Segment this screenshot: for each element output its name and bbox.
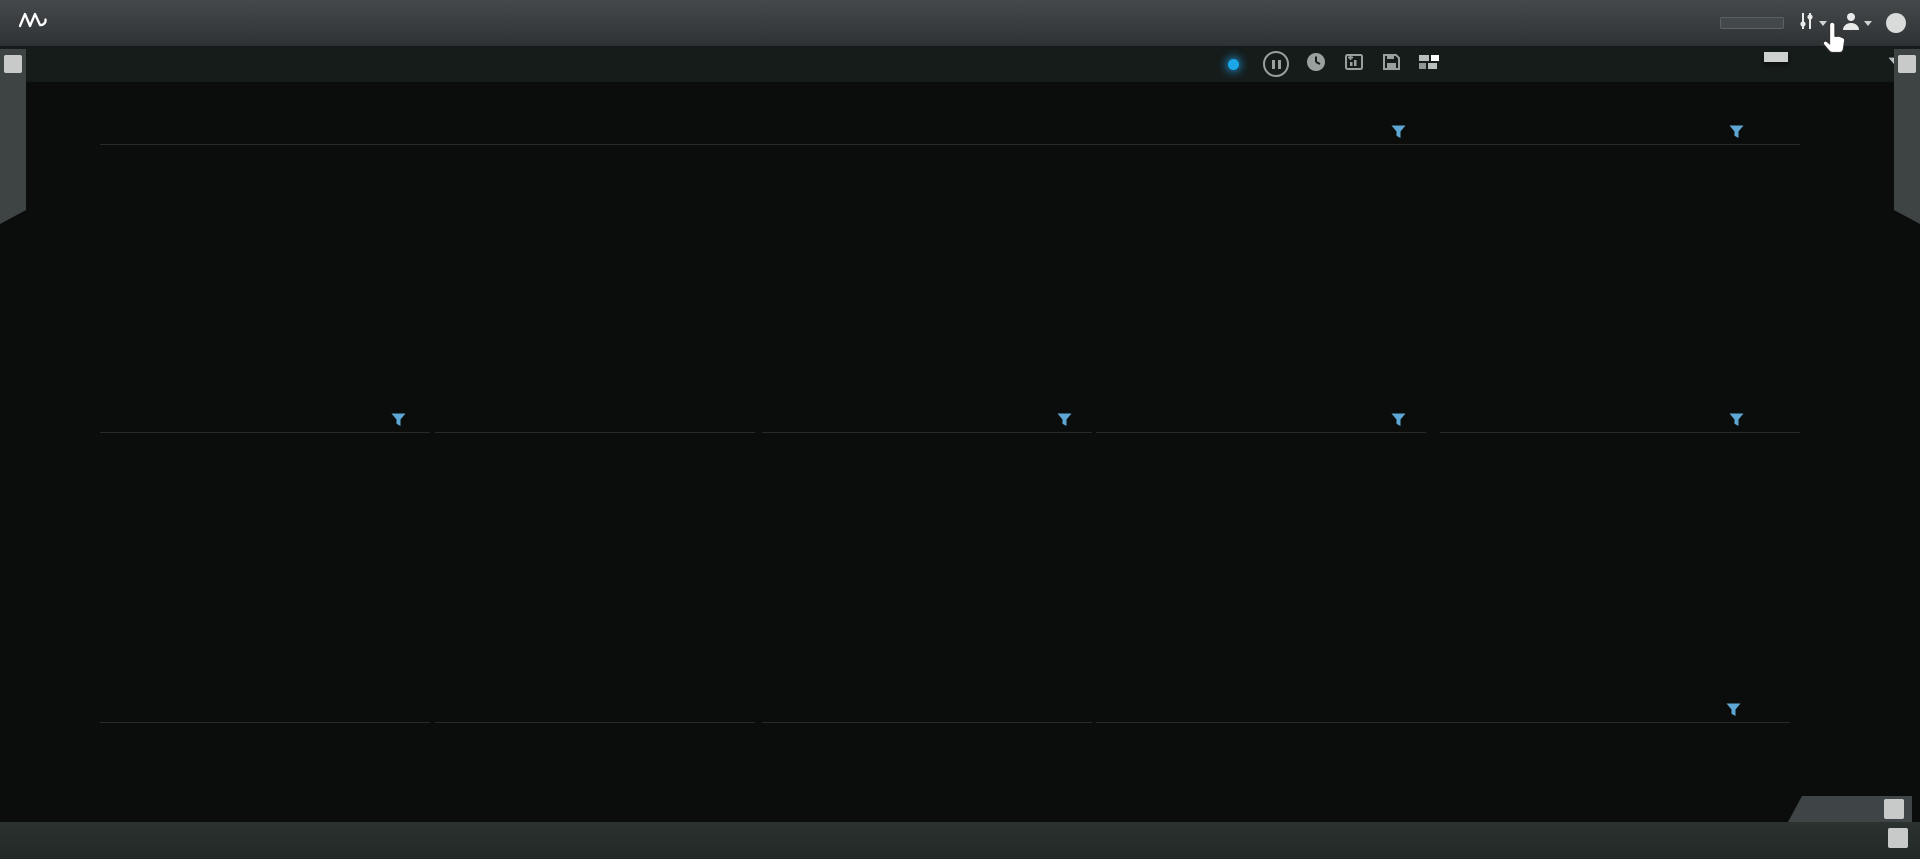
panel-identified-hashes [762,700,1092,822]
expand-left-icon[interactable] [1898,55,1916,73]
time-range-icon[interactable] [1305,51,1327,78]
logrhythm-logo-icon [18,10,48,37]
panel-top-ai-engine-alarms [762,122,1462,387]
panel-top-user-origin [100,410,430,682]
logs-panel-tab[interactable] [1788,796,1912,822]
panel-top-entity-origin [100,700,430,822]
panel-top-host-impacted [1096,410,1426,682]
current-case-tab[interactable] [0,49,26,224]
top-entity-impacted-chart[interactable] [435,700,755,822]
panel-top-host-origin [762,410,1092,682]
alarms-by-day-chart[interactable] [100,122,790,387]
collapse-down-icon[interactable] [1888,828,1908,848]
help-icon[interactable] [1886,13,1906,33]
chevron-down-icon [1864,21,1872,26]
top-security-ai-engine-chart[interactable] [1440,122,1800,387]
panel-top-entity-impacted [435,700,755,822]
save-dashboard-icon[interactable] [1381,52,1402,77]
top-audit-ai-engine-chart[interactable] [1440,410,1800,682]
top-ai-engine-chart[interactable] [762,122,1462,387]
status-bar [0,822,1920,859]
administration-tooltip [1764,52,1788,62]
dashboard-toolbar [0,46,1920,82]
panel-top-audit-ai-engine [1440,410,1800,682]
toolbar-controls [1228,46,1458,82]
add-widget-icon[interactable] [1343,52,1365,77]
identified-hashes-chart[interactable] [762,700,1092,822]
live-data-indicator [1228,59,1239,70]
top-host-origin-chart[interactable] [762,410,1092,682]
top-user-origin-chart[interactable] [100,410,430,682]
logrhythm-dashboard-screen [0,0,1920,859]
mouse-hand-cursor [1820,22,1848,59]
dashboard-layout-icon[interactable] [1418,53,1442,76]
top-application-chart[interactable] [1096,700,1790,822]
top-nav [0,0,1920,47]
search-button[interactable] [1720,17,1784,29]
panel-top-user-impacted [435,410,755,682]
logrhythm-logo[interactable] [0,0,86,46]
top-user-impacted-chart[interactable] [435,410,755,682]
nav-right-controls [1720,0,1906,46]
pause-button[interactable] [1263,51,1289,77]
logs-expand-icon[interactable] [1884,799,1904,819]
panel-top-application [1096,700,1790,822]
expand-right-icon[interactable] [4,55,22,73]
panel-alarms-by-day [100,122,790,387]
top-entity-origin-chart[interactable] [100,700,430,822]
panel-top-security-ai-engine [1440,122,1800,387]
sliders-icon [1798,11,1816,36]
inspector-tab[interactable] [1894,49,1920,224]
top-host-impacted-chart[interactable] [1096,410,1426,682]
